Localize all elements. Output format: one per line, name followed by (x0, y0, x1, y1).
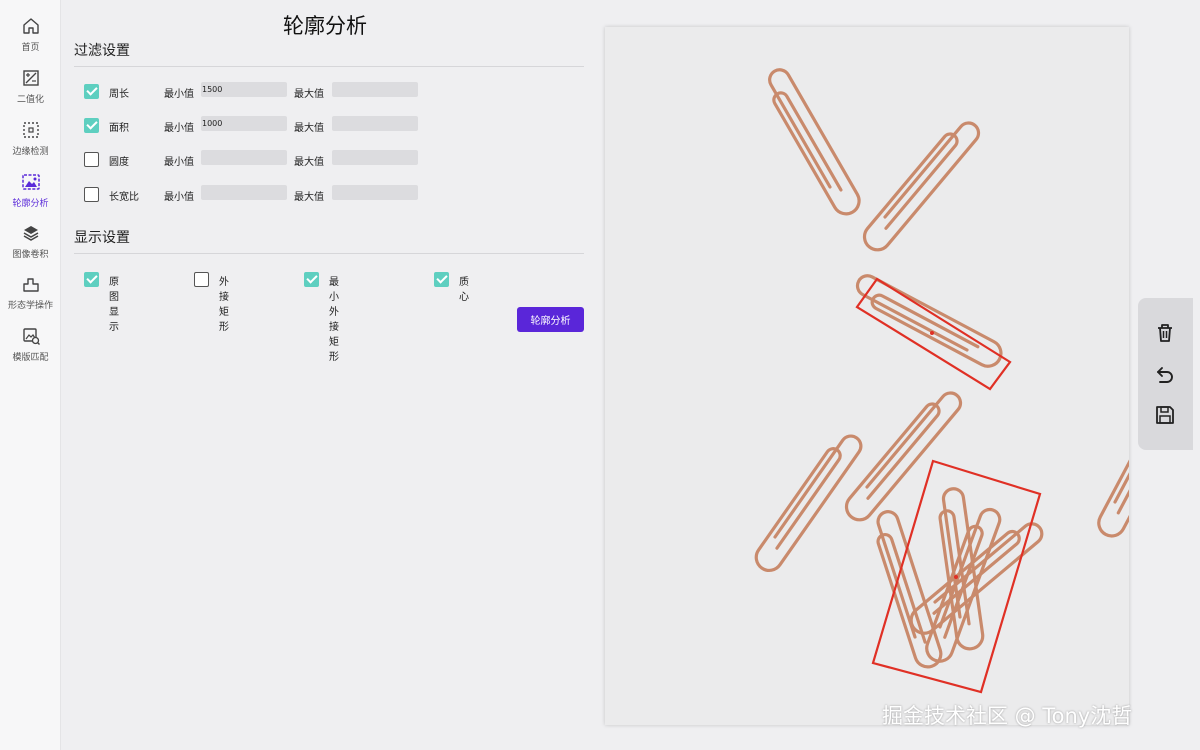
filter-label: 周长 (109, 89, 129, 100)
area-checkbox[interactable] (84, 118, 99, 133)
sidebar-item-label: 边缘检测 (12, 147, 49, 157)
display-label: 最小外接矩形 (329, 277, 339, 363)
undo-button[interactable] (1152, 361, 1178, 387)
centroid-dot (954, 575, 958, 579)
undo-icon (1157, 367, 1173, 383)
sidebar-item-label: 轮廓分析 (12, 199, 49, 209)
sidebar-item-template-match[interactable]: 模版匹配 (0, 324, 61, 372)
display-label: 原图显示 (109, 277, 119, 333)
filter-row-aspect-ratio: 长宽比 最小值 最大值 (84, 185, 584, 205)
page-title: 轮廓分析 (283, 14, 367, 38)
area-min-input[interactable] (201, 116, 287, 131)
filter-label: 面积 (109, 123, 129, 134)
contour-icon (21, 174, 40, 190)
min-label: 最小值 (164, 192, 194, 203)
aspect-ratio-checkbox[interactable] (84, 187, 99, 202)
max-label: 最大值 (294, 123, 324, 134)
floating-toolbar (1138, 298, 1193, 450)
aspect-ratio-min-input[interactable] (201, 185, 287, 200)
trash-icon (1158, 324, 1172, 342)
morphology-icon (22, 278, 39, 292)
template-match-icon (22, 328, 40, 345)
sidebar-item-home[interactable]: 首页 (0, 14, 61, 62)
sidebar-item-label: 二值化 (16, 95, 44, 105)
circularity-max-input[interactable] (332, 150, 418, 165)
min-area-rect-checkbox[interactable] (304, 272, 319, 287)
max-label: 最大值 (294, 192, 324, 203)
layers-icon (23, 226, 38, 241)
circularity-checkbox[interactable] (84, 152, 99, 167)
sidebar-item-binarize[interactable]: 二值化 (0, 66, 61, 114)
filter-label: 长宽比 (109, 192, 139, 203)
area-max-input[interactable] (332, 116, 418, 131)
home-icon (22, 18, 39, 34)
perimeter-min-input[interactable] (201, 82, 287, 97)
perimeter-max-input[interactable] (332, 82, 418, 97)
bounding-rect-checkbox[interactable] (194, 272, 209, 287)
min-label: 最小值 (164, 89, 194, 100)
binarize-icon (22, 70, 39, 86)
perimeter-checkbox[interactable] (84, 84, 99, 99)
save-icon (1156, 406, 1174, 424)
save-button[interactable] (1152, 402, 1178, 428)
analyze-button[interactable]: 轮廓分析 (517, 307, 584, 332)
sidebar-item-edge-detect[interactable]: 边缘检测 (0, 118, 61, 166)
paperclip-image (605, 27, 1129, 725)
sidebar-item-label: 模版匹配 (12, 353, 49, 363)
sidebar-item-label: 首页 (21, 43, 40, 53)
min-label: 最小值 (164, 157, 194, 168)
min-label: 最小值 (164, 123, 194, 134)
edge-detect-icon (22, 122, 39, 138)
image-canvas[interactable] (605, 27, 1129, 725)
divider (74, 253, 584, 254)
filter-row-area: 面积 最小值 最大值 (84, 116, 584, 136)
display-label: 外接矩形 (219, 277, 229, 333)
centroid-dot (930, 331, 934, 335)
max-label: 最大值 (294, 89, 324, 100)
sidebar-item-convolution[interactable]: 图像卷积 (0, 221, 61, 269)
filter-settings-title: 过滤设置 (74, 43, 130, 59)
max-label: 最大值 (294, 157, 324, 168)
divider (74, 66, 584, 67)
aspect-ratio-max-input[interactable] (332, 185, 418, 200)
delete-button[interactable] (1152, 320, 1178, 346)
sidebar: 首页 二值化 边缘检测 轮廓分析 图像卷积 形态学操作 模版匹配 (0, 0, 61, 750)
circularity-min-input[interactable] (201, 150, 287, 165)
filter-row-circularity: 圆度 最小值 最大值 (84, 150, 584, 170)
filter-label: 圆度 (109, 157, 129, 168)
sidebar-item-label: 图像卷积 (12, 250, 49, 260)
original-checkbox[interactable] (84, 272, 99, 287)
display-settings-title: 显示设置 (74, 230, 130, 246)
sidebar-item-morphology[interactable]: 形态学操作 (0, 272, 61, 320)
sidebar-item-label: 形态学操作 (7, 301, 53, 311)
sidebar-item-contour[interactable]: 轮廓分析 (0, 170, 61, 218)
centroid-checkbox[interactable] (434, 272, 449, 287)
filter-row-perimeter: 周长 最小值 最大值 (84, 82, 584, 102)
display-label: 质心 (459, 277, 469, 303)
watermark: 掘金技术社区 @ Tony沈哲 (882, 704, 1133, 728)
